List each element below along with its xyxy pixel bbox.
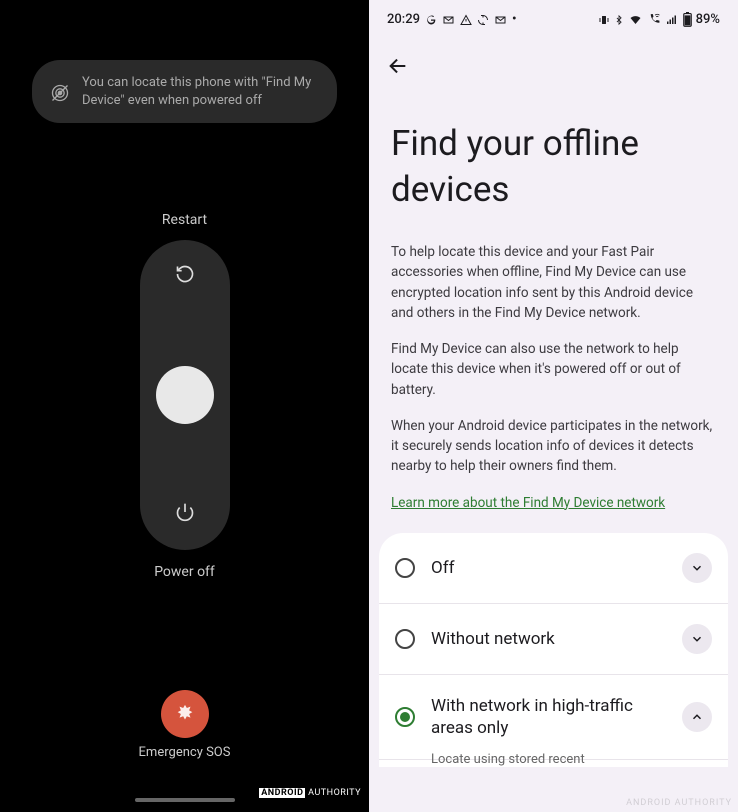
radar-icon bbox=[50, 83, 70, 103]
learn-more-link[interactable]: Learn more about the Find My Device netw… bbox=[391, 495, 665, 511]
chevron-down-icon bbox=[690, 632, 704, 646]
option-high-traffic[interactable]: With network in high-traffic areas only bbox=[379, 675, 728, 760]
gmail-icon bbox=[442, 14, 455, 26]
options-card: Off Without network With network in high… bbox=[379, 533, 728, 767]
collapse-button[interactable] bbox=[682, 702, 712, 732]
slider-knob[interactable] bbox=[156, 366, 214, 424]
back-button[interactable] bbox=[369, 35, 738, 91]
option-label: With network in high-traffic areas only bbox=[431, 695, 666, 739]
expand-button[interactable] bbox=[682, 624, 712, 654]
radio-icon bbox=[395, 558, 415, 578]
option-label: Off bbox=[431, 557, 666, 579]
status-time: 20:29 bbox=[387, 12, 420, 27]
banner-text: You can locate this phone with "Find My … bbox=[82, 74, 319, 109]
restart-label: Restart bbox=[0, 212, 369, 228]
arrow-left-icon bbox=[387, 55, 409, 77]
gmail-icon-2 bbox=[494, 14, 507, 26]
power-slider-track bbox=[140, 240, 230, 550]
chevron-down-icon bbox=[690, 561, 704, 575]
status-bar: 20:29 • 89% bbox=[369, 0, 738, 35]
option-label: Without network bbox=[431, 628, 666, 650]
battery-icon bbox=[683, 12, 692, 27]
option-subtext: Locate using stored recent bbox=[379, 752, 728, 767]
bluetooth-icon bbox=[614, 13, 624, 27]
more-dot: • bbox=[512, 12, 517, 27]
sync-icon bbox=[477, 14, 489, 26]
battery-percent: 89% bbox=[696, 12, 720, 27]
power-menu-screen: You can locate this phone with "Find My … bbox=[0, 0, 369, 812]
radio-selected-icon bbox=[395, 707, 415, 727]
find-my-device-banner[interactable]: You can locate this phone with "Find My … bbox=[32, 60, 337, 123]
medical-icon bbox=[174, 703, 196, 725]
emergency-sos-button[interactable] bbox=[161, 690, 209, 738]
warning-icon bbox=[460, 14, 472, 26]
sos-label: Emergency SOS bbox=[0, 745, 369, 760]
watermark: ANDROID AUTHORITY bbox=[626, 798, 732, 808]
chevron-up-icon bbox=[690, 710, 704, 724]
option-off[interactable]: Off bbox=[379, 533, 728, 604]
poweroff-label: Power off bbox=[0, 564, 369, 580]
vibrate-icon bbox=[598, 13, 610, 27]
description-text: To help locate this device and your Fast… bbox=[369, 232, 738, 513]
restart-icon[interactable] bbox=[175, 264, 195, 288]
power-icon[interactable] bbox=[175, 502, 195, 526]
signal-icon bbox=[665, 14, 679, 26]
page-title: Find your offline devices bbox=[369, 91, 738, 232]
home-indicator[interactable] bbox=[135, 798, 235, 802]
wifi-icon bbox=[628, 14, 643, 26]
radio-icon bbox=[395, 629, 415, 649]
expand-button[interactable] bbox=[682, 553, 712, 583]
wifi-calling-icon bbox=[647, 13, 661, 26]
watermark: ANDROID AUTHORITY bbox=[259, 788, 361, 798]
option-without-network[interactable]: Without network bbox=[379, 604, 728, 675]
google-icon bbox=[425, 14, 437, 26]
find-offline-devices-screen: 20:29 • 89% Find your offline devices To… bbox=[369, 0, 738, 812]
